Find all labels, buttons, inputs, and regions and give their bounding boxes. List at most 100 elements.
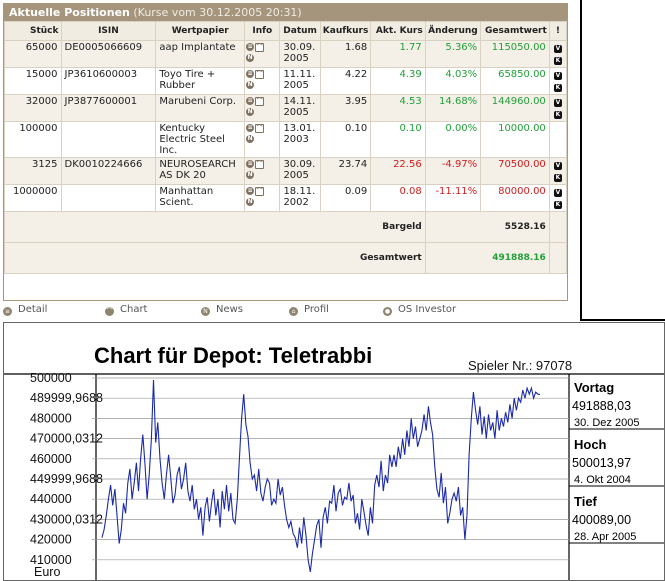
chart-icon[interactable]: ⌒: [255, 160, 265, 169]
y-tick-label: 420000: [30, 533, 72, 547]
flags-cell: VK: [548, 94, 567, 122]
chart-icon[interactable]: ⌒: [255, 70, 265, 79]
column-header[interactable]: Datum: [279, 21, 321, 41]
qty-cell: 65000: [4, 40, 62, 68]
stat-label: Tief: [574, 494, 598, 509]
os-investor-icon: ●: [383, 307, 392, 316]
date-cell: 11.11. 2005: [279, 67, 321, 95]
column-header[interactable]: Wertpapier: [155, 21, 246, 41]
security-name-link[interactable]: Marubeni Corp.: [155, 94, 246, 122]
empty-cell: [548, 242, 567, 274]
depot-chart: Chart für Depot: Teletrabbi Spieler Nr.: …: [3, 322, 665, 581]
current-price-cell: 1.77: [370, 40, 426, 68]
legend-item: ⌂ Profil: [289, 304, 329, 316]
y-tick-label: 489999,9688: [30, 391, 103, 405]
news-icon[interactable]: N: [246, 198, 255, 206]
depot-chart-svg: Chart für Depot: Teletrabbi Spieler Nr.: …: [4, 343, 664, 580]
detail-icon: ≡: [3, 307, 12, 316]
legend-item: ● OS Investor: [383, 304, 456, 316]
total-value-cell: 115050.00: [480, 40, 550, 68]
column-header[interactable]: Gesamtwert: [480, 21, 550, 41]
v-badge-icon[interactable]: V: [553, 162, 562, 170]
news-icon[interactable]: N: [246, 135, 255, 143]
table-row[interactable]: 15000 JP3610600003 Toyo Tire + Rubber ≡ ⌒ N 11…: [4, 67, 567, 95]
info-cell: ≡ ⌒ N: [244, 94, 281, 122]
v-badge-icon[interactable]: V: [553, 72, 562, 80]
buy-price-cell: 0.10: [319, 121, 372, 158]
current-price-cell: 4.53: [370, 94, 426, 122]
k-badge-icon[interactable]: K: [553, 57, 562, 65]
table-row[interactable]: 100000 Kentucky Electric Steel Inc. ≡ ⌒ N 13.…: [4, 121, 567, 158]
total-value: 491888.16: [424, 242, 550, 274]
table-row[interactable]: 65000 DE0005066609 aap Implantate ≡ ⌒ N 30.09.…: [4, 40, 567, 68]
column-header[interactable]: Info: [244, 21, 281, 41]
detail-icon[interactable]: ≡: [246, 187, 255, 195]
total-value-cell: 70500.00: [480, 157, 550, 185]
total-value-cell: 144960.00: [480, 94, 550, 122]
y-tick-label: 430000,0312: [30, 512, 103, 526]
k-badge-icon[interactable]: K: [553, 111, 562, 119]
date-cell: 14.11. 2005: [279, 94, 321, 122]
y-tick-label: 500000: [30, 371, 72, 385]
flags-cell: VK: [548, 184, 567, 212]
v-badge-icon[interactable]: V: [553, 99, 562, 107]
info-cell: ≡ ⌒ N: [244, 157, 281, 185]
news-icon[interactable]: N: [246, 171, 255, 179]
current-price-cell: 0.08: [370, 184, 426, 212]
flags-cell: [548, 121, 567, 158]
change-cell: 0.00%: [424, 121, 482, 158]
security-name-link[interactable]: Manhattan Scient.: [155, 184, 246, 212]
buy-price-cell: 1.68: [319, 40, 372, 68]
news-icon[interactable]: N: [246, 108, 255, 116]
current-price-cell: 22.56: [370, 157, 426, 185]
v-badge-icon[interactable]: V: [553, 45, 562, 53]
table-row[interactable]: 1000000 Manhattan Scient. ≡ ⌒ N 18.11. 2002 0.…: [4, 184, 567, 212]
k-badge-icon[interactable]: K: [553, 84, 562, 92]
player-number: Spieler Nr.: 97078: [468, 358, 572, 373]
news-icon[interactable]: N: [246, 81, 255, 89]
detail-icon[interactable]: ≡: [246, 97, 255, 105]
panel-title: Aktuelle Positionen: [9, 6, 130, 19]
k-badge-icon[interactable]: K: [553, 174, 562, 182]
security-name-link[interactable]: aap Implantate: [155, 40, 246, 68]
stat-value: 491888,03: [572, 399, 631, 413]
buy-price-cell: 23.74: [319, 157, 372, 185]
change-cell: 5.36%: [424, 40, 482, 68]
qty-cell: 100000: [4, 121, 62, 158]
info-cell: ≡ ⌒ N: [244, 184, 281, 212]
date-cell: 18.11. 2002: [279, 184, 321, 212]
chart-icon[interactable]: ⌒: [255, 43, 265, 52]
column-header[interactable]: Stück: [4, 21, 62, 41]
total-value-cell: 65850.00: [480, 67, 550, 95]
k-badge-icon[interactable]: K: [553, 201, 562, 209]
security-name-link[interactable]: NEUROSEARCH AS DK 20: [155, 157, 246, 185]
isin-cell: DK0010224666: [60, 157, 157, 185]
column-header[interactable]: Kaufkurs: [319, 21, 372, 41]
table-row[interactable]: 32000 JP3877600001 Marubeni Corp. ≡ ⌒ N 14.11.…: [4, 94, 567, 122]
info-cell: ≡ ⌒ N: [244, 121, 281, 158]
total-row: Gesamtwert 491888.16: [4, 242, 567, 274]
stat-value: 400089,00: [572, 513, 631, 527]
column-header[interactable]: !: [548, 21, 567, 41]
legend-item: ⌒ Chart: [105, 304, 147, 316]
chart-icon[interactable]: ⌒: [255, 124, 265, 133]
chart-icon[interactable]: ⌒: [255, 97, 265, 106]
security-name-link[interactable]: Kentucky Electric Steel Inc.: [155, 121, 246, 158]
chart-icon[interactable]: ⌒: [255, 187, 265, 196]
column-header[interactable]: Akt. Kurs: [370, 21, 426, 41]
detail-icon[interactable]: ≡: [246, 43, 255, 51]
detail-icon[interactable]: ≡: [246, 70, 255, 78]
v-badge-icon[interactable]: V: [553, 189, 562, 197]
detail-icon[interactable]: ≡: [246, 124, 255, 132]
y-tick-label: 449999,9688: [30, 472, 103, 486]
column-header[interactable]: Änderung: [424, 21, 482, 41]
news-icon[interactable]: N: [246, 54, 255, 62]
column-header[interactable]: ISIN: [60, 21, 157, 41]
table-row[interactable]: 3125 DK0010224666 NEUROSEARCH AS DK 20 ≡ ⌒ N 3…: [4, 157, 567, 185]
change-cell: -11.11%: [424, 184, 482, 212]
security-name-link[interactable]: Toyo Tire + Rubber: [155, 67, 246, 95]
panel-title-bar: Aktuelle Positionen (Kurse vom 30.12.200…: [4, 4, 567, 21]
detail-icon[interactable]: ≡: [246, 160, 255, 168]
cash-label: Bargeld: [4, 211, 426, 243]
info-cell: ≡ ⌒ N: [244, 40, 281, 68]
